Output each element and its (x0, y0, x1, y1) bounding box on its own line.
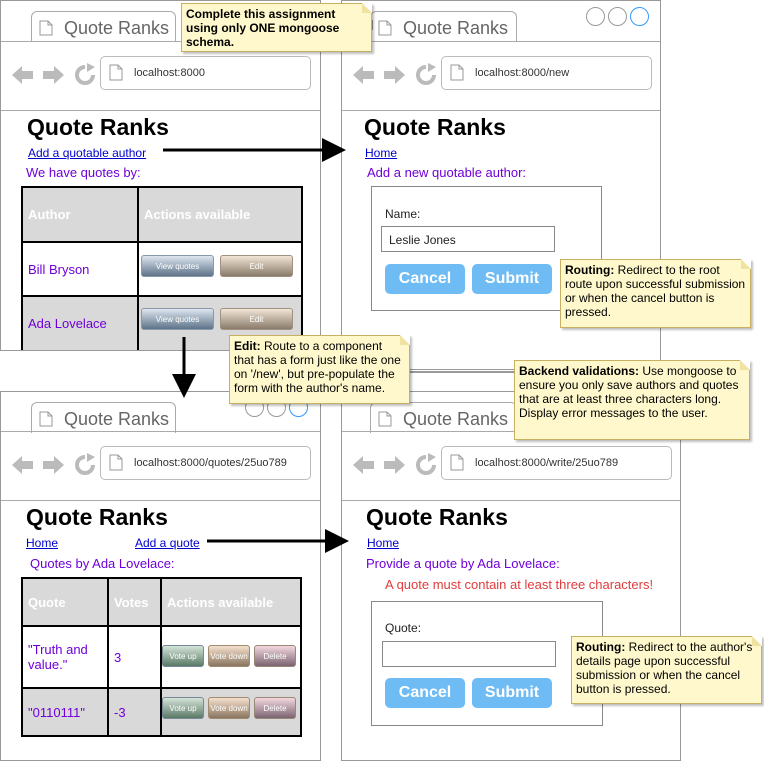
note-routing-write: Routing: Redirect to the author's detail… (571, 636, 762, 704)
note-edit: Edit: Route to a component that has a fo… (229, 335, 410, 404)
note-top: Complete this assignment using only ONE … (181, 3, 372, 52)
note-routing-new: Routing: Redirect to the root route upon… (560, 259, 751, 328)
note-backend: Backend validations: Use mongoose to ens… (514, 360, 750, 440)
